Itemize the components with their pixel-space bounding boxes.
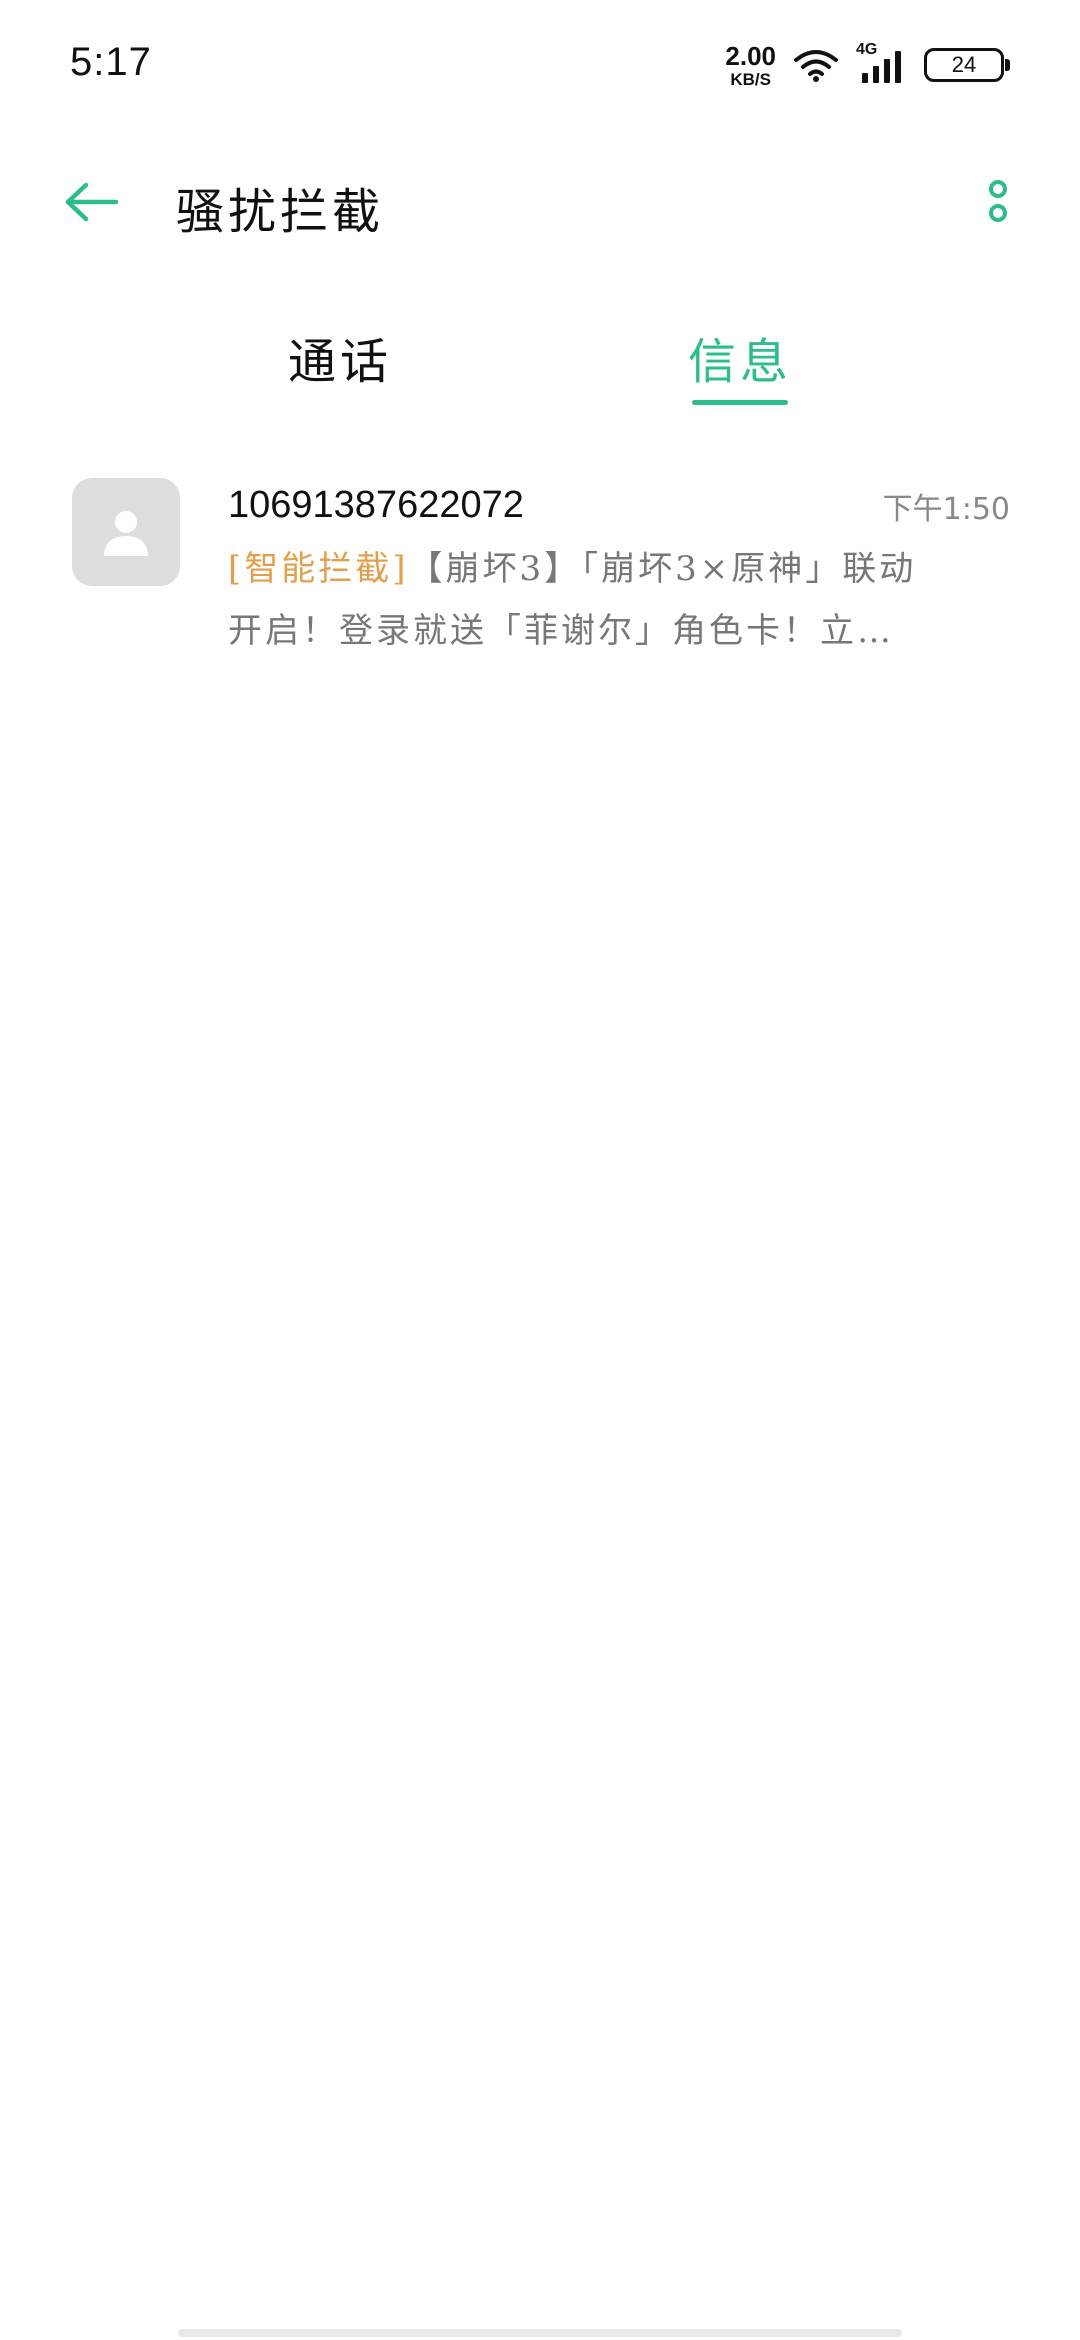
message-sender: 10691387622072 bbox=[228, 484, 524, 526]
message-list-item[interactable]: 10691387622072 下午1:50 [智能拦截]【崩坏3】「崩坏3×原神… bbox=[0, 470, 1080, 660]
battery-tip bbox=[1005, 59, 1010, 71]
network-speed: 2.00 KB/S bbox=[725, 43, 776, 88]
tab-indicator bbox=[692, 400, 788, 405]
more-vertical-icon bbox=[989, 180, 1007, 222]
back-button[interactable] bbox=[62, 172, 122, 232]
status-bar: 5:17 2.00 KB/S 4G 24 bbox=[0, 0, 1080, 130]
wifi-icon bbox=[794, 50, 838, 82]
arrow-left-icon bbox=[65, 182, 119, 222]
status-icons: 2.00 KB/S 4G 24 bbox=[725, 40, 1010, 90]
tab-messages[interactable]: 信息 bbox=[590, 310, 890, 410]
tab-calls[interactable]: 通话 bbox=[190, 310, 490, 410]
person-icon bbox=[104, 511, 148, 556]
cellular-signal: 4G bbox=[856, 41, 906, 85]
signal-icon bbox=[862, 51, 901, 83]
message-time: 下午1:50 bbox=[882, 492, 1010, 527]
message-preview: [智能拦截]【崩坏3】「崩坏3×原神」联动开启！登录就送「菲谢尔」角色卡！立即… bbox=[228, 538, 928, 662]
battery-icon: 24 bbox=[924, 48, 1010, 82]
more-options-button[interactable] bbox=[968, 172, 1028, 232]
avatar bbox=[72, 478, 180, 586]
tab-messages-label: 信息 bbox=[687, 334, 792, 390]
status-time: 5:17 bbox=[70, 40, 152, 84]
battery-level: 24 bbox=[924, 48, 1004, 82]
tab-calls-label: 通话 bbox=[287, 334, 392, 390]
page-title: 骚扰拦截 bbox=[176, 184, 385, 240]
screen: 5:17 2.00 KB/S 4G 24 骚扰拦截 通话 信息 10691387… bbox=[0, 0, 1080, 2340]
tab-bar: 通话 信息 bbox=[0, 310, 1080, 420]
intercept-tag: [智能拦截] bbox=[228, 549, 409, 589]
gesture-bar[interactable] bbox=[178, 2329, 902, 2337]
network-speed-value: 2.00 bbox=[725, 40, 776, 71]
network-speed-unit: KB/S bbox=[730, 69, 771, 89]
